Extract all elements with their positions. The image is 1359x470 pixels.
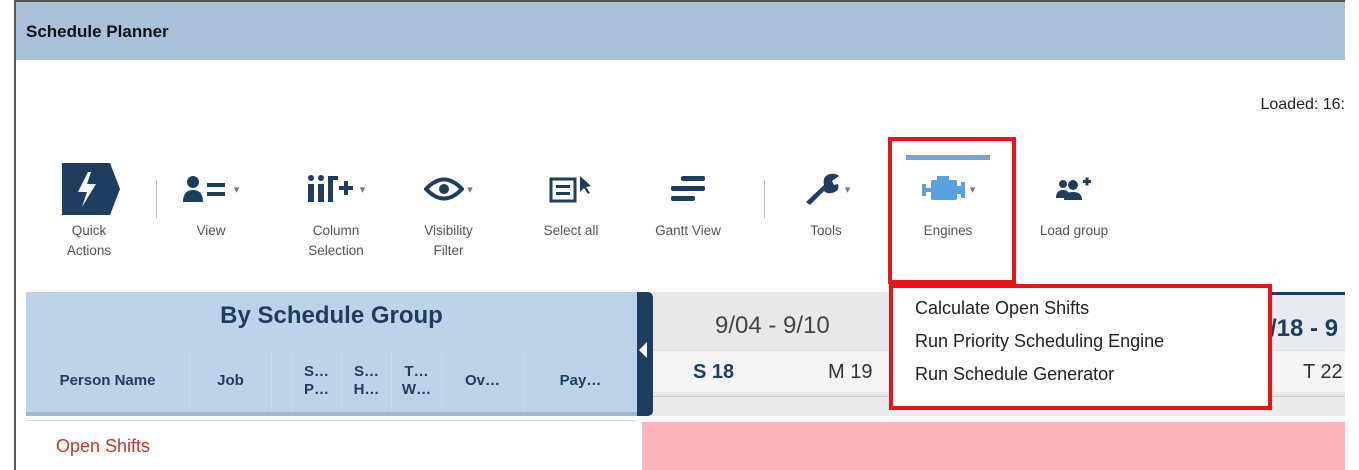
load-group-label: Load group [1039,223,1109,238]
select-all-label: Select all [543,223,599,238]
chevron-left-icon [639,342,647,358]
week-range-label: 9/04 - 9/10 [715,312,830,339]
load-group-button[interactable]: Load group [1026,157,1122,241]
wrench-icon [805,173,839,205]
chevron-down-icon: ▾ [844,183,851,196]
current-week-label: /18 - 9 [1270,315,1339,342]
column-s-p[interactable]: S… P… [291,350,341,412]
toolbar-separator [156,180,157,218]
row-divider [26,420,637,421]
quick-actions-button[interactable]: Quick Actions [54,157,124,261]
lightning-icon [62,163,120,215]
column-person-name[interactable]: Person Name [26,350,189,412]
open-shifts-timeline-cell[interactable] [642,422,1345,470]
columns-icon [307,175,353,202]
day-header: M 19 [828,361,873,383]
tools-button[interactable]: ▾ Tools [786,157,866,241]
column-spacer [271,350,291,412]
gantt-view-label: Gantt View [655,223,721,238]
title-bar: Schedule Planner [16,2,1345,60]
chevron-down-icon: ▾ [467,183,473,196]
view-label: View [196,223,226,238]
visibility-filter-button[interactable]: ▾ Visibility Filter [411,157,486,261]
engines-highlight [888,137,1016,284]
engines-dropdown-menu: Calculate Open Shifts Run Priority Sched… [889,284,1272,410]
collapse-panel-toggle[interactable] [637,292,653,416]
loaded-status: Loaded: 16: [1260,96,1345,113]
column-job[interactable]: Job [189,350,271,412]
column-selection-button[interactable]: ▾ Column Selection [296,157,376,261]
current-week-header: /18 - 9 [1267,292,1345,350]
person-list-icon [182,176,225,202]
menu-item-calculate-open-shifts[interactable]: Calculate Open Shifts [893,292,1268,325]
chevron-down-icon: ▾ [233,183,240,196]
column-t-w[interactable]: T… W… [391,350,441,412]
add-group-icon [1056,177,1091,200]
chevron-down-icon: ▾ [359,183,366,196]
column-s-h[interactable]: S… H… [341,350,391,412]
column-pay[interactable]: Pay… [523,350,637,412]
eye-icon [424,177,465,201]
open-shifts-row-label[interactable]: Open Shifts [56,436,150,457]
header-bottom-border [26,412,637,416]
column-ov[interactable]: Ov… [441,350,523,412]
toolbar-separator [764,180,765,218]
schedule-planner-window: Schedule Planner Loaded: 16: Quick Actio… [14,0,1345,470]
menu-item-run-priority-scheduling-engine[interactable]: Run Priority Scheduling Engine [893,325,1268,358]
gantt-view-button[interactable]: Gantt View [648,157,728,241]
schedule-group-header: By Schedule Group Person Name Job S… P… … [26,292,637,416]
tools-label: Tools [810,223,842,238]
view-button[interactable]: ▾ View [171,157,251,241]
menu-item-run-schedule-generator[interactable]: Run Schedule Generator [893,358,1268,391]
window-title: Schedule Planner [26,22,169,41]
gantt-icon [671,176,705,201]
visibility-filter-label: Visibility Filter [424,223,473,258]
select-all-button[interactable]: Select all [531,157,611,241]
day-header: S 18 [693,361,735,383]
group-title: By Schedule Group [220,302,443,329]
column-selection-label: Column Selection [308,223,364,258]
quick-actions-label: Quick Actions [66,223,112,258]
select-all-icon [549,176,591,203]
day-header: T 22 [1303,361,1343,383]
